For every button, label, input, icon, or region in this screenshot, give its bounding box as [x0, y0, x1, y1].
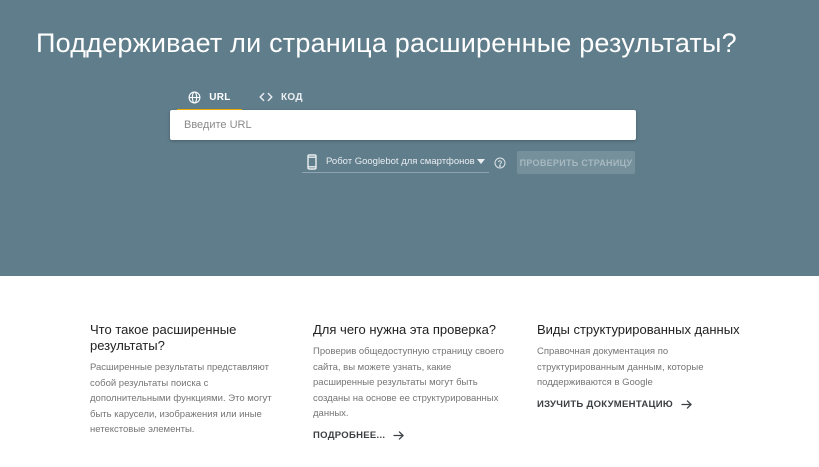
- info-text: Проверив общедоступную страницу своего с…: [313, 346, 504, 419]
- code-icon: [259, 91, 273, 103]
- learn-more-label: ПОДРОБНЕЕ...: [313, 429, 386, 441]
- info-heading: Для чего нужна эта проверка?: [313, 322, 497, 337]
- info-section-what: Что такое расширенные результаты? Расшир…: [90, 322, 290, 438]
- arrow-right-icon: [393, 430, 404, 440]
- info-text: Справочная документация по структурирова…: [537, 346, 704, 388]
- info-section-why: Для чего нужна эта проверка? Проверив об…: [313, 322, 513, 441]
- check-page-button[interactable]: ПРОВЕРИТЬ СТРАНИЦУ: [517, 151, 635, 174]
- docs-link[interactable]: ИЗУЧИТЬ ДОКУМЕНТАЦИЮ: [537, 399, 747, 410]
- device-select[interactable]: Робот Googlebot для смартфонов: [302, 151, 489, 173]
- smartphone-icon: [305, 153, 319, 171]
- help-icon[interactable]: [494, 156, 506, 169]
- info-section-types: Виды структурированных данных Справочная…: [537, 322, 747, 410]
- tab-code[interactable]: КОД: [259, 84, 309, 110]
- learn-more-link[interactable]: ПОДРОБНЕЕ...: [313, 430, 513, 441]
- tab-url[interactable]: URL: [177, 84, 242, 112]
- device-select-value: Робот Googlebot для смартфонов: [326, 156, 475, 167]
- info-heading: Виды структурированных данных: [537, 322, 740, 337]
- dropdown-arrow-icon: [476, 157, 486, 167]
- docs-link-label: ИЗУЧИТЬ ДОКУМЕНТАЦИЮ: [537, 398, 673, 410]
- arrow-right-icon: [681, 399, 692, 409]
- info-heading: Что такое расширенные результаты?: [90, 322, 237, 353]
- page-title: Поддерживает ли страница расширенные рез…: [36, 28, 737, 58]
- info-text: Расширенные результаты представляют собо…: [90, 362, 272, 435]
- url-input[interactable]: [170, 110, 636, 140]
- tab-code-label: КОД: [281, 91, 303, 103]
- tab-url-label: URL: [209, 91, 231, 103]
- hero-banner: Поддерживает ли страница расширенные рез…: [0, 0, 819, 276]
- globe-icon: [188, 91, 201, 104]
